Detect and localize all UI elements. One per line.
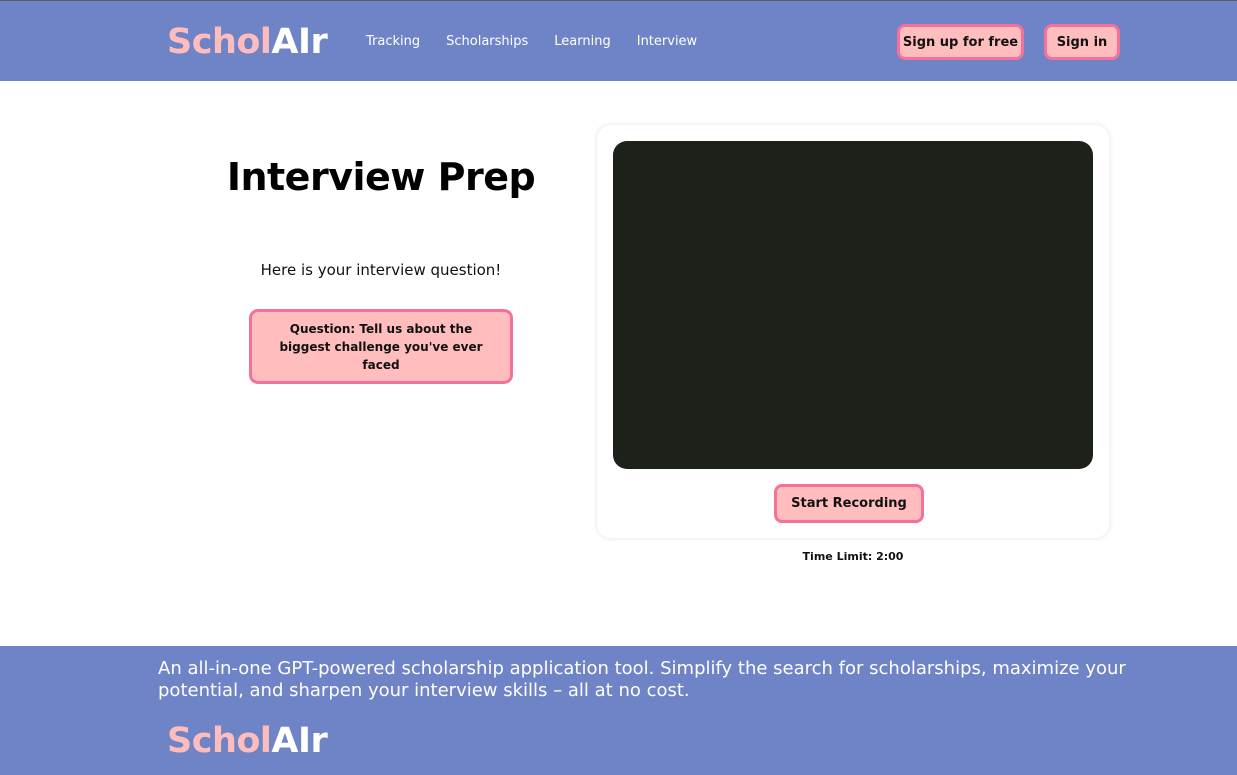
question-intro: Here is your interview question! <box>260 261 502 279</box>
nav-scholarships[interactable]: Scholarships <box>446 34 528 49</box>
time-limit: Time Limit: 2:00 <box>802 550 904 563</box>
signup-button[interactable]: Sign up for free <box>897 24 1024 60</box>
logo-part-1: Schol <box>167 22 272 62</box>
footer-tagline: An all-in-one GPT-powered scholarship ap… <box>158 658 1126 701</box>
video-preview <box>613 141 1093 469</box>
footer: An all-in-one GPT-powered scholarship ap… <box>0 646 1237 775</box>
nav-learning[interactable]: Learning <box>554 34 610 49</box>
logo-part-2: AIr <box>271 22 328 62</box>
start-recording-button[interactable]: Start Recording <box>774 484 924 523</box>
footer-logo-part-2: AIr <box>271 721 328 761</box>
logo[interactable]: ScholAIr <box>167 22 328 62</box>
footer-logo[interactable]: ScholAIr <box>167 721 328 761</box>
header: ScholAIr Tracking Scholarships Learning … <box>0 0 1237 81</box>
question-card: Question: Tell us about the biggest chal… <box>249 309 513 384</box>
main-nav: Tracking Scholarships Learning Interview <box>366 34 723 49</box>
nav-tracking[interactable]: Tracking <box>366 34 420 49</box>
recording-panel: Start Recording <box>597 125 1109 538</box>
nav-interview[interactable]: Interview <box>637 34 697 49</box>
page-title: Interview Prep <box>226 155 536 199</box>
page: ScholAIr Tracking Scholarships Learning … <box>0 0 1237 775</box>
footer-logo-part-1: Schol <box>167 721 272 761</box>
signin-button[interactable]: Sign in <box>1044 24 1120 60</box>
